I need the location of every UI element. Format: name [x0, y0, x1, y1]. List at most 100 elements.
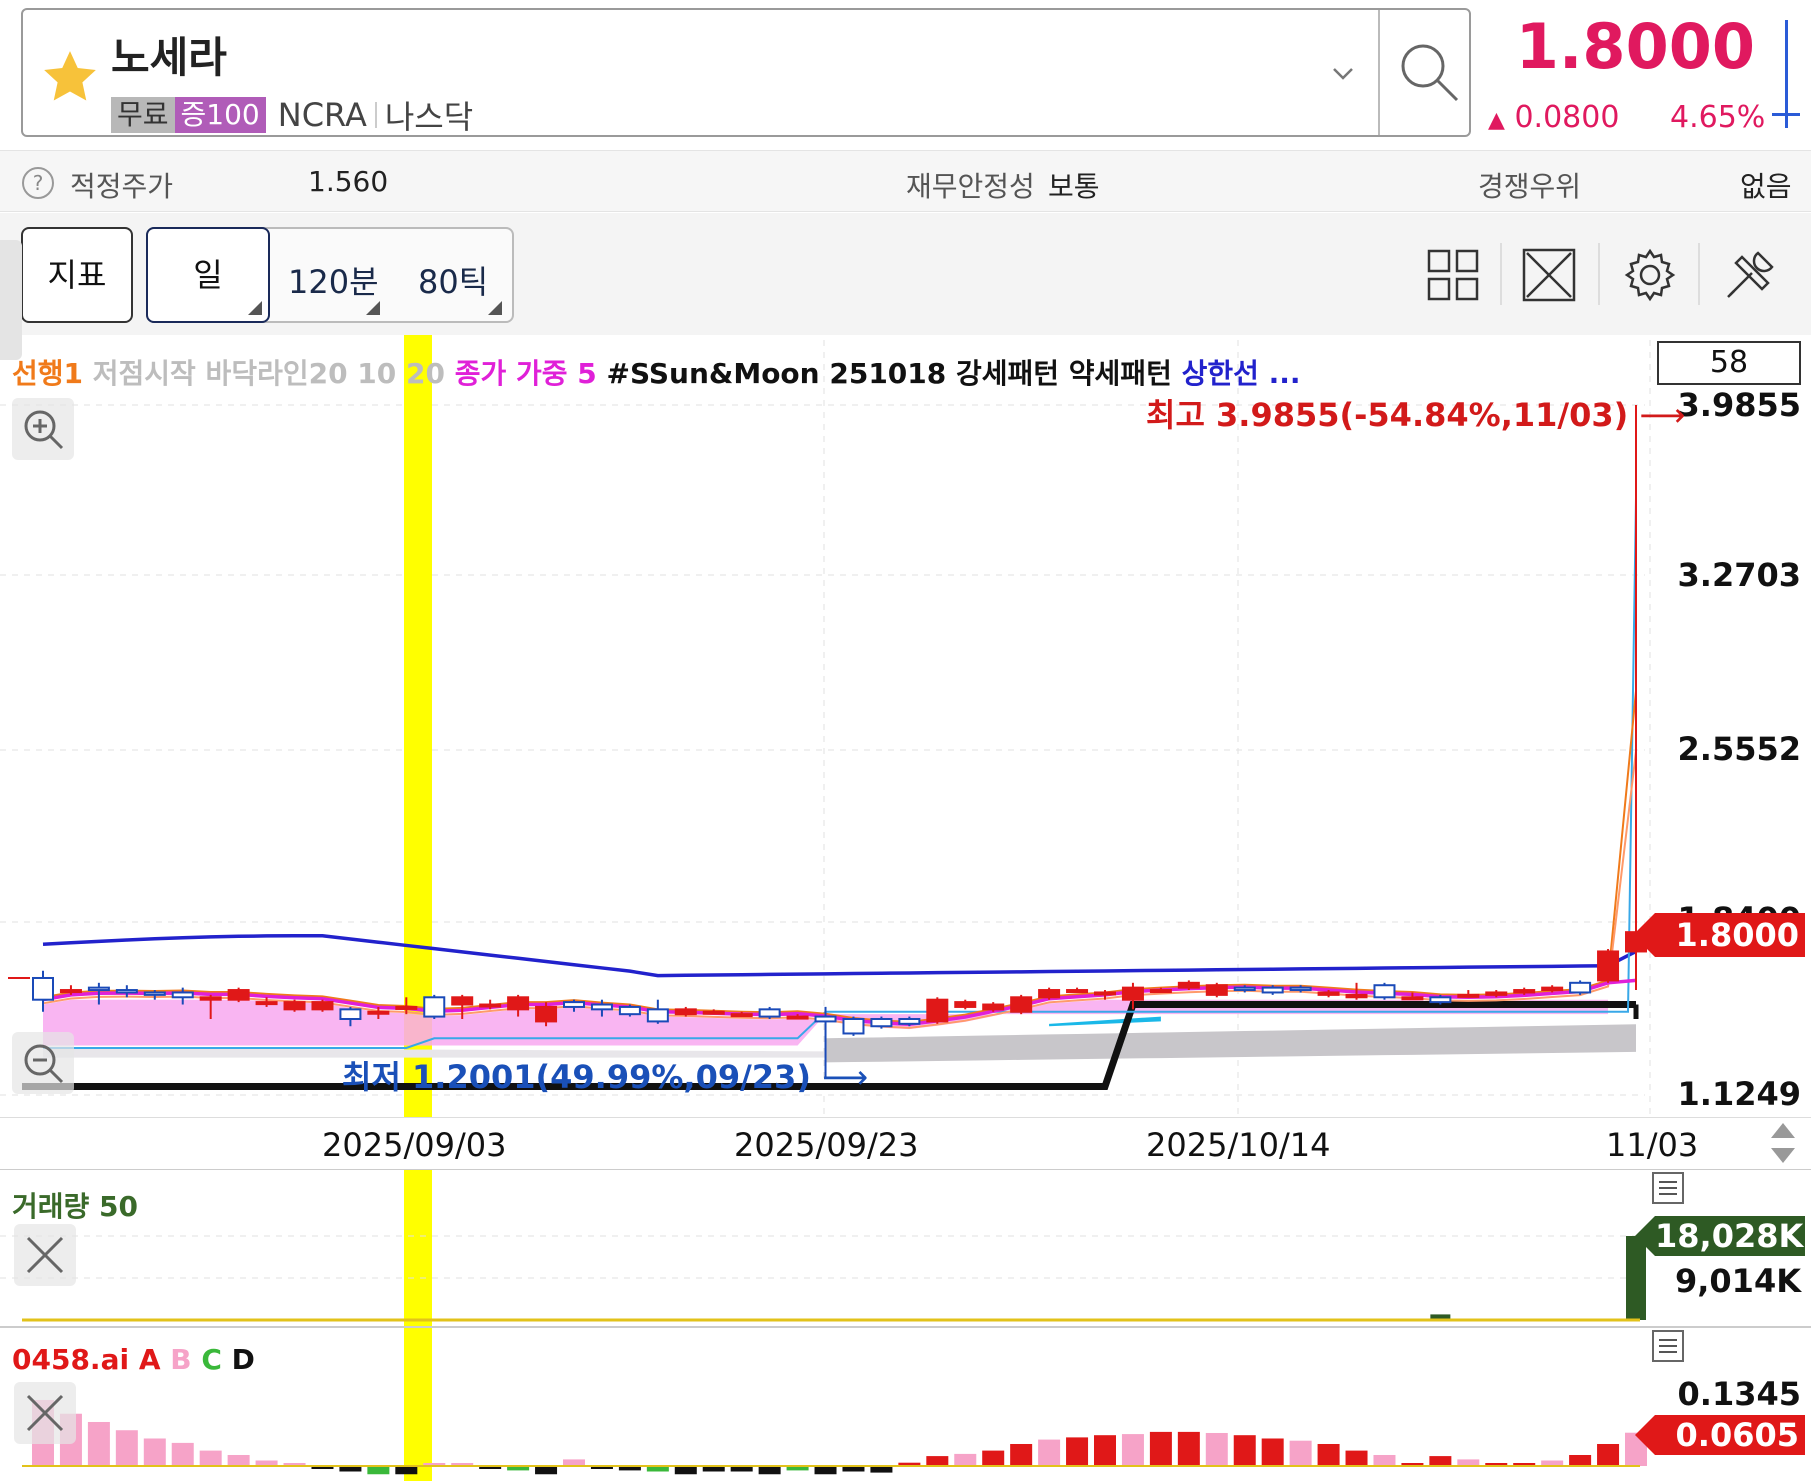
period-80tick-button[interactable]: 80틱: [418, 257, 488, 303]
zoom-out-button[interactable]: [12, 1032, 74, 1094]
chevron-down-icon[interactable]: [1328, 58, 1358, 88]
volume-menu-icon[interactable]: [1652, 1172, 1684, 1204]
y-tick-label: 2.5552: [1677, 730, 1801, 768]
candle-body: [1457, 993, 1480, 998]
day-menu-corner: [248, 301, 262, 315]
candle-body: [87, 986, 110, 992]
competitive-value: 없음: [1740, 170, 1792, 203]
ai-bar: [171, 1442, 194, 1466]
candle-body: [507, 996, 530, 1011]
ai-legend-item: A: [138, 1343, 171, 1376]
candle-body: [982, 1003, 1005, 1011]
legend-item[interactable]: 선행1: [12, 357, 93, 390]
price-change: ▲ 0.0800: [1488, 100, 1619, 135]
ai-bar: [1289, 1440, 1312, 1466]
indicator-button[interactable]: 지표: [21, 227, 133, 323]
low-annotation-text: 최저 1.2001(49.99%,09/23): [342, 1058, 811, 1096]
candle-body: [1345, 993, 1368, 999]
ai-legend-item: D: [231, 1343, 255, 1376]
stock-search-box[interactable]: 노세라 무료 증100 NCRA 나스닥: [21, 8, 1471, 137]
close-ai-button[interactable]: [14, 1382, 76, 1444]
ai-bar: [1345, 1450, 1368, 1466]
candle-body: [1485, 991, 1508, 996]
ai-bar: [1205, 1432, 1228, 1466]
x-tick-label: 2025/10/14: [1146, 1126, 1331, 1164]
ai-bar: [367, 1466, 390, 1475]
candle-body: [255, 1001, 278, 1006]
current-price: 1.8000: [1515, 10, 1755, 83]
legend-item[interactable]: 종가 가중 5: [455, 357, 607, 390]
ai-bar: [674, 1466, 697, 1475]
arrow-right-icon: ⟶: [822, 1058, 868, 1096]
ai-bar: [395, 1466, 418, 1475]
separator: [374, 102, 377, 128]
base-line: [43, 497, 1637, 1049]
fair-price-label: 적정주가: [70, 170, 174, 203]
zoom-out-icon: [24, 1044, 64, 1084]
candle-body: [143, 991, 166, 996]
free-badge: 무료: [111, 97, 175, 133]
ai-bar: [926, 1456, 949, 1466]
candle-body: [926, 998, 949, 1023]
price-range-bar: [1785, 20, 1788, 128]
x-tick-label: 11/03: [1606, 1126, 1699, 1164]
ai-bar: [87, 1421, 110, 1466]
fullscreen-icon[interactable]: [1521, 247, 1577, 303]
search-divider: [1378, 10, 1380, 135]
ai-bar: [1010, 1443, 1033, 1466]
period-selector: 일 120분 80틱: [146, 227, 514, 323]
grid-layout-icon[interactable]: [1425, 247, 1481, 303]
legend-item[interactable]: 상한선 ...: [1182, 357, 1301, 390]
price-range-marker: [1772, 113, 1800, 116]
close-volume-button[interactable]: [14, 1224, 76, 1286]
ai-current-tag: 0.0605: [1635, 1415, 1805, 1455]
ai-bar: [814, 1466, 837, 1475]
candle-body: [563, 1001, 585, 1008]
volume-legend: 거래량 50: [12, 1185, 138, 1225]
ai-bar: [1317, 1443, 1340, 1466]
ai-menu-icon[interactable]: [1652, 1330, 1684, 1362]
exchange-name: 나스닥: [384, 98, 474, 136]
chart-toolbar: 지표 일 120분 80틱: [0, 213, 1811, 335]
price-change-value: 0.0800: [1514, 100, 1620, 135]
period-120min-button[interactable]: 120분: [288, 257, 379, 303]
period-count[interactable]: 58: [1657, 341, 1801, 385]
help-icon[interactable]: ?: [22, 167, 54, 199]
zoom-in-button[interactable]: [12, 398, 74, 460]
candle-body: [339, 1008, 362, 1020]
cloud-gray-band: [825, 1024, 1636, 1063]
candle-body: [227, 989, 250, 1001]
candle-body: [1094, 991, 1116, 996]
candle-body: [1513, 989, 1536, 994]
ai-bar: [1177, 1431, 1200, 1466]
candle-body: [870, 1017, 893, 1028]
stability-label: 재무안정성: [906, 170, 1035, 203]
candle-body: [1569, 981, 1592, 994]
star-icon[interactable]: [39, 46, 101, 108]
candle-body: [590, 1003, 613, 1011]
candle-body: [1038, 989, 1061, 999]
ai-bar: [535, 1466, 558, 1475]
ai-legend-item: C: [201, 1343, 232, 1376]
y-tick-label: 1.1249: [1677, 1075, 1801, 1113]
x-tick-label: 2025/09/03: [322, 1126, 507, 1164]
candle-body: [1121, 986, 1144, 1001]
candle-body: [1317, 991, 1340, 996]
candle-body: [1289, 986, 1312, 992]
tools-icon[interactable]: [1722, 247, 1778, 303]
legend-item[interactable]: #SSun&Moon 251018 강세패턴 약세패턴: [607, 357, 1182, 390]
price-change-percent: 4.65%: [1670, 100, 1766, 135]
ai-bar: [115, 1430, 138, 1466]
price-chart[interactable]: [0, 335, 1811, 1481]
candle-body: [1373, 984, 1396, 999]
legend-item[interactable]: 저점시작 바닥라인20 10 20: [93, 357, 455, 390]
scroll-arrows-icon[interactable]: [1768, 1120, 1798, 1166]
ticker-symbol: NCRA: [277, 96, 367, 134]
volume-label: 거래량 50: [12, 1190, 138, 1223]
candle-body: [59, 989, 82, 994]
search-icon[interactable]: [1395, 38, 1465, 108]
gear-icon[interactable]: [1622, 247, 1678, 303]
y-tick-label: 3.2703: [1677, 556, 1801, 594]
candle-body: [32, 976, 54, 1001]
cloud-cyan-band: [1049, 1016, 1161, 1027]
